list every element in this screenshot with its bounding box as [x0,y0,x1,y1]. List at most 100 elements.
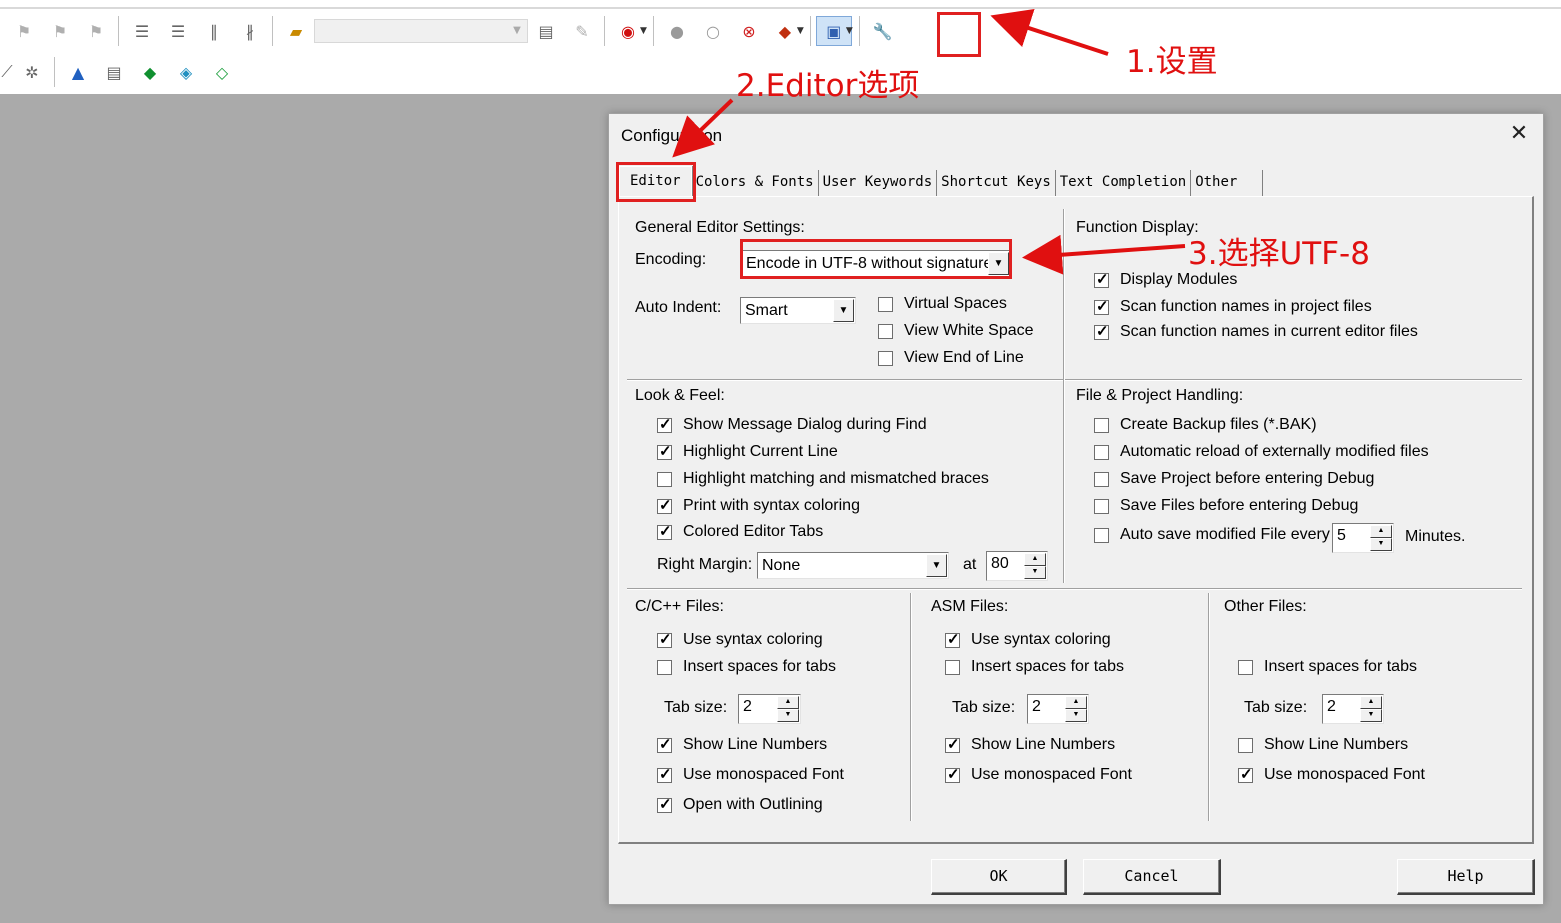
checkbox-box[interactable] [945,630,960,648]
cpp-syntax-coloring-checkbox[interactable]: Use syntax coloring [657,630,823,649]
ok-button[interactable]: OK [931,859,1067,895]
checkbox-box[interactable] [657,765,672,783]
chevron-down-icon[interactable]: ▼ [797,26,804,36]
spin-buttons[interactable]: ▲ ▼ [1024,553,1046,579]
pack-installer-icon[interactable]: ▲ [60,57,96,87]
find-in-files-icon[interactable]: ▤ [528,16,564,46]
magic-wand-icon[interactable]: ✲ [14,57,50,87]
chevron-down-icon[interactable]: ▼ [846,26,853,36]
checkbox-box[interactable] [945,735,960,753]
checkbox-box[interactable] [1094,471,1109,487]
checkbox-box[interactable] [657,630,672,648]
save-files-debug-checkbox[interactable]: Save Files before entering Debug [1094,497,1358,515]
spin-buttons[interactable]: ▲ ▼ [1065,696,1087,722]
other-line-numbers-checkbox[interactable]: Show Line Numbers [1238,736,1408,754]
tab-other[interactable]: Other [1191,170,1264,196]
tab-text-completion[interactable]: Text Completion [1056,170,1192,196]
auto-save-minutes-input[interactable]: 5 ▲ ▼ [1332,523,1394,553]
right-margin-select[interactable]: None ▼ [757,552,949,579]
colored-editor-tabs-checkbox[interactable]: Colored Editor Tabs [657,522,823,541]
chevron-down-icon[interactable]: ▼ [640,26,647,36]
batch-build-icon[interactable]: ◇ [204,57,240,87]
checkbox-box[interactable] [657,795,672,813]
uncomment-icon[interactable]: ∦ [232,16,268,46]
spin-down-icon[interactable]: ▼ [1370,538,1392,551]
asm-tab-size-input[interactable]: 2 ▲ ▼ [1027,694,1089,724]
checkbox-box[interactable] [1094,297,1109,315]
bookmark-prev-icon[interactable]: ⚑ [42,16,78,46]
asm-line-numbers-checkbox[interactable]: Show Line Numbers [945,735,1115,754]
spin-buttons[interactable]: ▲ ▼ [777,696,799,722]
asm-syntax-coloring-checkbox[interactable]: Use syntax coloring [945,630,1111,649]
configuration-wrench-icon[interactable]: 🔧 [865,16,901,46]
spin-buttons[interactable]: ▲ ▼ [1370,525,1392,551]
auto-save-checkbox[interactable]: Auto save modified File every [1094,526,1330,544]
bookmark-toggle-icon[interactable]: ⚑ [6,16,42,46]
other-insert-spaces-checkbox[interactable]: Insert spaces for tabs [1238,658,1417,676]
spin-up-icon[interactable]: ▲ [1370,525,1392,538]
bookmark-next-icon[interactable]: ⚑ [78,16,114,46]
cancel-button[interactable]: Cancel [1083,859,1221,895]
checkbox-box[interactable] [1094,322,1109,340]
create-backup-checkbox[interactable]: Create Backup files (*.BAK) [1094,416,1317,434]
breakpoint-disabled-icon[interactable]: ○ [695,16,731,46]
checkbox-box[interactable] [657,735,672,753]
checkbox-box[interactable] [1094,417,1109,433]
spin-down-icon[interactable]: ▼ [1065,709,1087,722]
chevron-down-icon[interactable]: ▼ [926,554,947,577]
other-monospaced-checkbox[interactable]: Use monospaced Font [1238,765,1425,784]
chevron-down-icon[interactable]: ▼ [833,299,854,322]
view-end-of-line-checkbox[interactable]: View End of Line [878,349,1024,367]
spin-down-icon[interactable]: ▼ [1360,709,1382,722]
checkbox-box[interactable] [657,659,672,675]
spin-up-icon[interactable]: ▲ [777,696,799,709]
manage-run-time-icon[interactable]: ▤ [96,57,132,87]
view-white-space-checkbox[interactable]: View White Space [878,322,1034,340]
tab-colors-fonts[interactable]: Colors & Fonts [692,170,819,196]
checkbox-box[interactable] [657,471,672,487]
checkbox-box[interactable] [657,496,672,514]
checkbox-box[interactable] [945,659,960,675]
checkbox-box[interactable] [657,442,672,460]
checkbox-box[interactable] [1094,444,1109,460]
open-file-icon[interactable]: ▰ [278,16,314,46]
spin-down-icon[interactable]: ▼ [777,709,799,722]
breakpoint-icon[interactable]: ● [659,16,695,46]
virtual-spaces-checkbox[interactable]: Virtual Spaces [878,295,1007,313]
auto-indent-select[interactable]: Smart ▼ [740,297,856,324]
project-items-icon[interactable]: ◈ [168,57,204,87]
spin-down-icon[interactable]: ▼ [1024,566,1046,579]
find-combo[interactable]: ▼ [314,19,528,43]
auto-reload-checkbox[interactable]: Automatic reload of externally modified … [1094,443,1429,461]
checkbox-box[interactable] [1238,765,1253,783]
spin-buttons[interactable]: ▲ ▼ [1360,696,1382,722]
checkbox-box[interactable] [878,296,893,312]
print-syntax-coloring-checkbox[interactable]: Print with syntax coloring [657,496,860,515]
highlight-braces-checkbox[interactable]: Highlight matching and mismatched braces [657,470,989,488]
unindent-icon[interactable]: ☰ [160,16,196,46]
save-project-debug-checkbox[interactable]: Save Project before entering Debug [1094,470,1374,488]
spin-up-icon[interactable]: ▲ [1360,696,1382,709]
show-message-dialog-checkbox[interactable]: Show Message Dialog during Find [657,415,927,434]
highlight-current-line-checkbox[interactable]: Highlight Current Line [657,442,838,461]
tab-shortcut-keys[interactable]: Shortcut Keys [937,170,1056,196]
checkbox-box[interactable] [1094,498,1109,514]
scan-project-files-checkbox[interactable]: Scan function names in project files [1094,297,1372,316]
display-modules-checkbox[interactable]: Display Modules [1094,270,1237,289]
help-button[interactable]: Help [1397,859,1535,895]
cpp-insert-spaces-checkbox[interactable]: Insert spaces for tabs [657,658,836,676]
cpp-outlining-checkbox[interactable]: Open with Outlining [657,795,823,814]
checkbox-box[interactable] [1238,659,1253,675]
checkbox-box[interactable] [1094,527,1109,543]
spin-up-icon[interactable]: ▲ [1065,696,1087,709]
indent-icon[interactable]: ☰ [124,16,160,46]
kill-breakpoints-icon[interactable]: ⊗ [731,16,767,46]
cpp-tab-size-input[interactable]: 2 ▲ ▼ [738,694,801,724]
checkbox-box[interactable] [945,765,960,783]
close-icon[interactable]: ✕ [1507,122,1531,146]
other-tab-size-input[interactable]: 2 ▲ ▼ [1322,694,1384,724]
cpp-monospaced-checkbox[interactable]: Use monospaced Font [657,765,844,784]
select-packs-icon[interactable]: ◆ [132,57,168,87]
checkbox-box[interactable] [657,415,672,433]
asm-monospaced-checkbox[interactable]: Use monospaced Font [945,765,1132,784]
